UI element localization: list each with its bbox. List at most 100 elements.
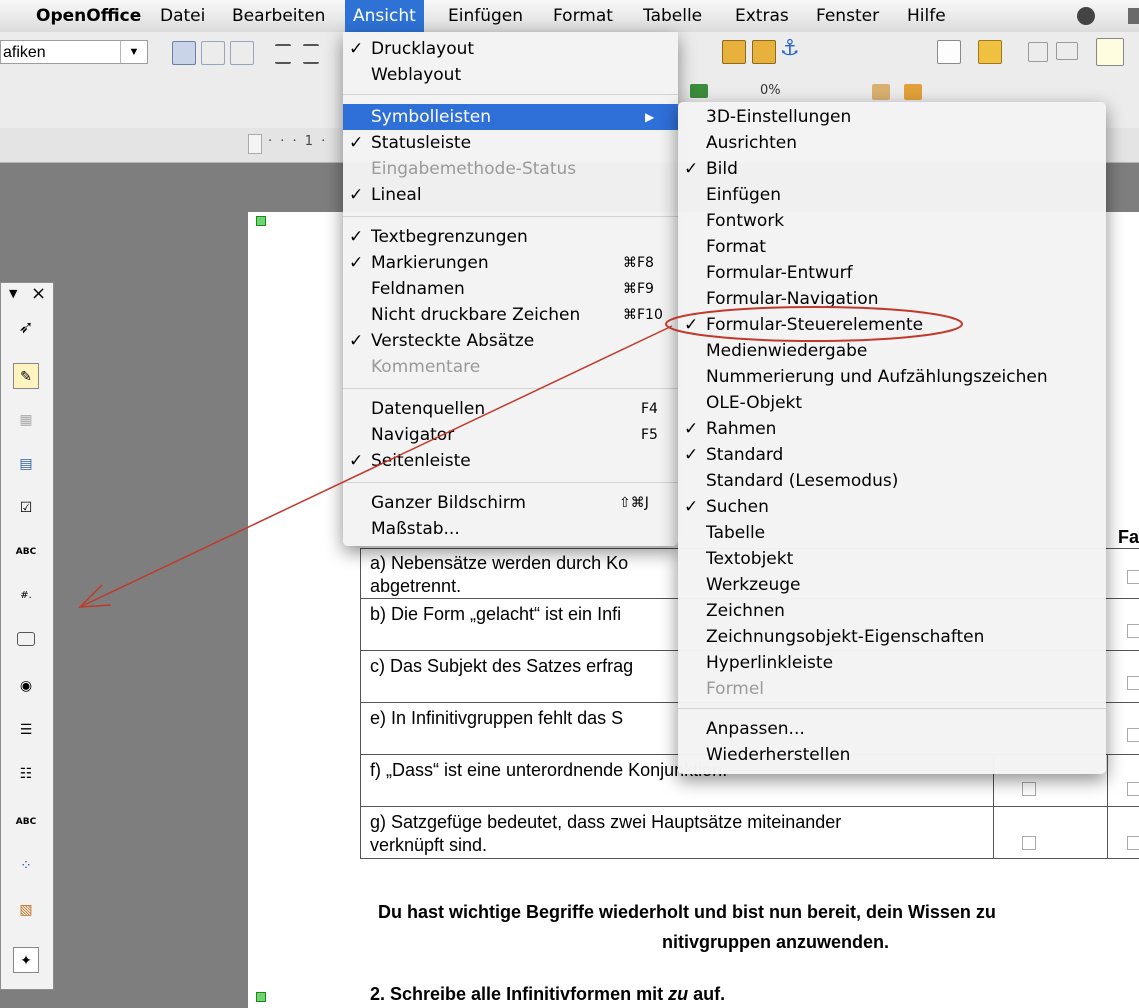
list-box-icon[interactable]: ☰ [13,717,39,743]
push-button-icon[interactable] [13,629,39,655]
menu-bearbeiten[interactable]: Bearbeiten [232,0,325,32]
checkbox-control-icon[interactable]: ☑ [13,495,39,521]
submenu-item-formular-navigation[interactable]: Formular-Navigation [678,286,1106,312]
submenu-item-formular-entwurf[interactable]: Formular-Entwurf [678,260,1106,286]
submenu-item-formular-steuerelemente[interactable]: ✓ Formular-Steuerelemente [678,312,1106,338]
submenu-item-standard[interactable]: ✓ Standard [678,442,1106,468]
menu-item-versteckte-absaetze[interactable]: ✓ Versteckte Absätze [343,328,678,354]
open-folder-icon[interactable] [978,40,1002,64]
menu-item-seitenleiste[interactable]: ✓ Seitenleiste [343,448,678,474]
submenu-item-zeichnen[interactable]: Zeichnen [678,598,1106,624]
frame-icon[interactable] [722,40,746,64]
submenu-item-wiederherstellen[interactable]: Wiederherstellen [678,742,1106,768]
menu-item-symbolleisten[interactable]: Symbolleisten ▶ [343,104,678,130]
checkbox-row-f-richtig[interactable] [1022,782,1036,796]
menu-datei[interactable]: Datei [160,0,205,32]
align-left-icon[interactable] [172,41,196,65]
align-center-icon[interactable] [201,41,225,65]
align-block-icon[interactable] [303,44,319,64]
form-controls-toolbar[interactable]: ▼ × ➶ ✎ ▦ ▤ ☑ ABC #. ◉ ☰ ☷ ABC ⁘ ▧ ✦ [0,282,54,990]
menu-app-openoffice[interactable]: OpenOffice [36,0,141,32]
checkbox-row-b[interactable] [1127,624,1139,638]
align-right-icon[interactable] [230,41,254,65]
transparency-field-icon[interactable]: 0% [760,83,781,98]
paste-icon[interactable] [937,40,961,64]
menu-item-drucklayout[interactable]: ✓ Drucklayout [343,36,678,62]
menu-item-datenquellen[interactable]: Datenquellen F4 [343,396,678,422]
image-filter-icon[interactable] [690,84,708,98]
submenu-item-einfuegen[interactable]: Einfügen [678,182,1106,208]
menu-item-feldnamen[interactable]: Feldnamen ⌘F9 [343,276,678,302]
menu-item-eingabemethode-status: Eingabemethode-Status [371,159,577,179]
checkbox-row-a[interactable] [1127,570,1139,584]
menu-fenster[interactable]: Fenster [816,0,879,32]
combo-box-icon[interactable]: ☷ [13,761,39,787]
submenu-item-suchen[interactable]: ✓ Suchen [678,494,1106,520]
menu-einfuegen[interactable]: Einfügen [448,0,523,32]
submenu-item-3d-einstellungen[interactable]: 3D-Einstellungen [678,104,1106,130]
submenu-item-medienwiedergabe[interactable]: Medienwiedergabe [678,338,1106,364]
menu-format[interactable]: Format [553,0,613,32]
menu-item-markierungen[interactable]: ✓ Markierungen ⌘F8 [343,250,678,276]
toolbar-title-bar[interactable]: ▼ × [1,283,53,307]
chevron-down-icon[interactable]: ▼ [120,41,147,63]
toolbar-menu-icon[interactable]: ▼ [9,287,17,300]
more-controls-icon[interactable]: ⁘ [13,853,39,879]
submenu-item-bild[interactable]: ✓ Bild [678,156,1106,182]
close-icon[interactable]: × [31,283,46,304]
menu-hilfe[interactable]: Hilfe [907,0,946,32]
edit-mode-icon[interactable] [1096,38,1124,66]
submenu-item-ausrichten[interactable]: Ausrichten [678,130,1106,156]
menu-item-lineal[interactable]: ✓ Lineal [343,182,678,208]
submenu-item-fontwork[interactable]: Fontwork [678,208,1106,234]
status-menu-icon[interactable] [1077,7,1095,25]
menu-item-nicht-druckbare-zeichen[interactable]: Nicht druckbare Zeichen ⌘F10 [343,302,678,328]
submenu-item-standard-lesemodus[interactable]: Standard (Lesemodus) [678,468,1106,494]
submenu-item-ole-objekt[interactable]: OLE-Objekt [678,390,1106,416]
submenu-item-werkzeuge[interactable]: Werkzeuge [678,572,1106,598]
anchor-icon[interactable]: ⚓ [780,36,800,61]
checkbox-row-c[interactable] [1127,676,1139,690]
submenu-item-hyperlinkleiste[interactable]: Hyperlinkleiste [678,650,1106,676]
submenu-item-textobjekt[interactable]: Textobjekt [678,546,1106,572]
submenu-item-format[interactable]: Format [678,234,1106,260]
control-wizard-icon[interactable]: ▦ [13,407,39,433]
ruler-indent-marker[interactable] [248,134,262,154]
paragraph-style-combo[interactable]: afiken ▼ [0,40,148,64]
menu-item-ganzer-bildschirm[interactable]: Ganzer Bildschirm ⇧⌘J [343,490,678,516]
menu-tabelle[interactable]: Tabelle [643,0,702,32]
align-justify-icon[interactable] [275,44,291,64]
submenu-item-zeichnungsobjekt-eigenschaften[interactable]: Zeichnungsobjekt-Eigenschaften [678,624,1106,650]
checkbox-row-g-falsch[interactable] [1127,836,1139,850]
design-mode-icon[interactable]: ✎ [13,363,39,389]
submenu-item-anpassen[interactable]: Anpassen... [678,716,1106,742]
form-navigator-icon[interactable]: ▧ [13,897,39,923]
menu-item-navigator[interactable]: Navigator F5 [343,422,678,448]
select-pointer-icon[interactable]: ➶ [13,315,39,341]
submenu-item-nummerierung[interactable]: Nummerierung und Aufzählungszeichen [678,364,1106,390]
menu-item-statusleiste[interactable]: ✓ Statusleiste [343,130,678,156]
menu-item-textbegrenzungen[interactable]: ✓ Textbegrenzungen [343,224,678,250]
status-user-icon[interactable] [1128,8,1139,24]
menu-ansicht[interactable]: Ansicht [345,0,424,32]
label-field-icon[interactable]: ABC [13,809,39,835]
checkbox-row-f-falsch[interactable] [1127,782,1139,796]
submenu-item-formel: Formel [706,679,765,699]
menu-item-weblayout[interactable]: Weblayout [343,62,678,88]
wizard-icon[interactable]: ✦ [13,947,39,973]
text-box-icon[interactable]: ABC [13,539,39,565]
option-button-icon[interactable]: ◉ [13,673,39,699]
menu-item-massstab[interactable]: Maßstab... [343,516,678,542]
menu-extras[interactable]: Extras [735,0,789,32]
submenu-item-tabelle[interactable]: Tabelle [678,520,1106,546]
checkbox-row-e[interactable] [1127,728,1139,742]
mail-icon[interactable] [1056,42,1078,60]
formatted-field-icon[interactable]: #. [13,583,39,609]
crop-icon[interactable] [872,84,890,100]
save-icon[interactable] [1028,42,1048,62]
checkbox-row-g-richtig[interactable] [1022,836,1036,850]
flip-icon[interactable] [904,84,922,100]
form-design-icon[interactable]: ▤ [13,451,39,477]
frame-link-icon[interactable] [752,40,776,64]
submenu-item-rahmen[interactable]: ✓ Rahmen [678,416,1106,442]
